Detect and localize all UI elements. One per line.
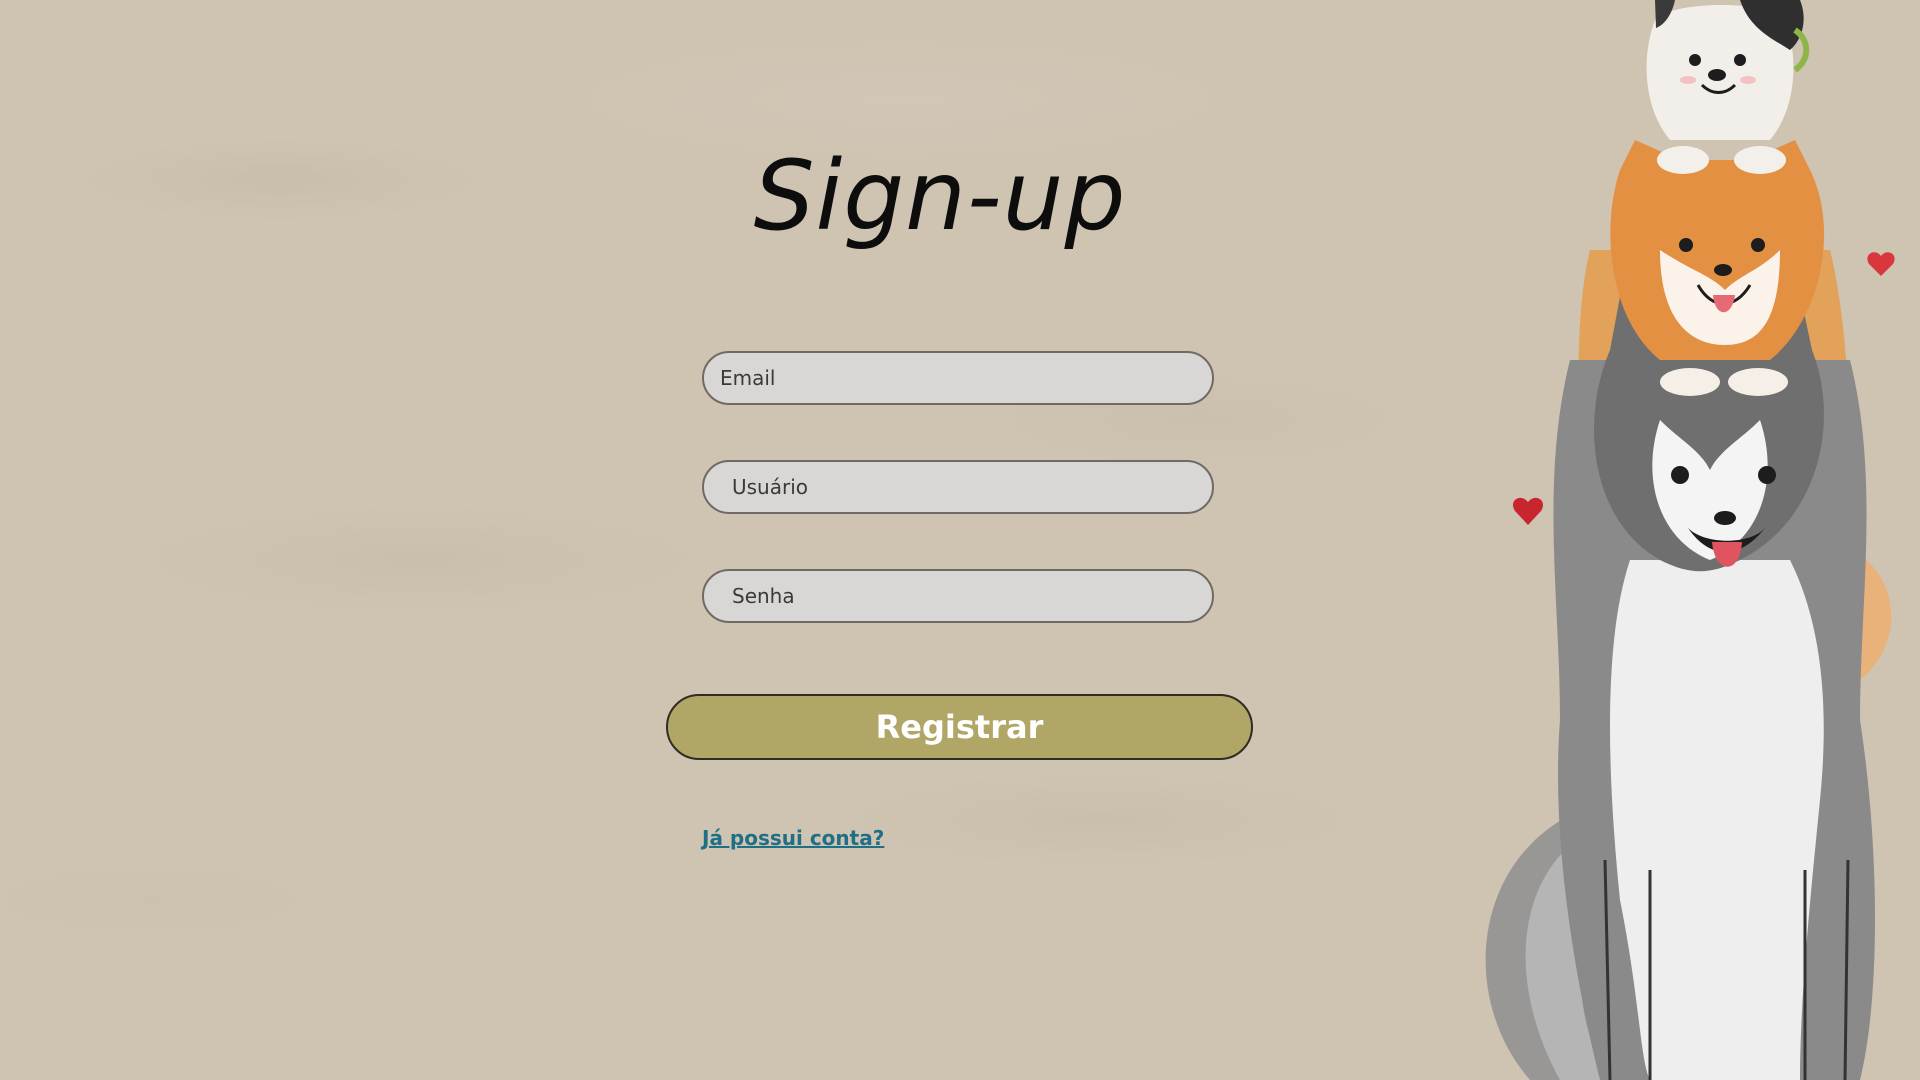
register-button[interactable]: Registrar: [666, 694, 1253, 760]
password-field[interactable]: [702, 569, 1214, 623]
dog-stack-illustration: [1485, 0, 1895, 1080]
heart-icon: [1867, 252, 1895, 276]
heart-icon: [1512, 497, 1544, 525]
username-field[interactable]: [702, 460, 1214, 514]
email-field[interactable]: [702, 351, 1214, 405]
login-link[interactable]: Já possui conta?: [702, 826, 884, 850]
